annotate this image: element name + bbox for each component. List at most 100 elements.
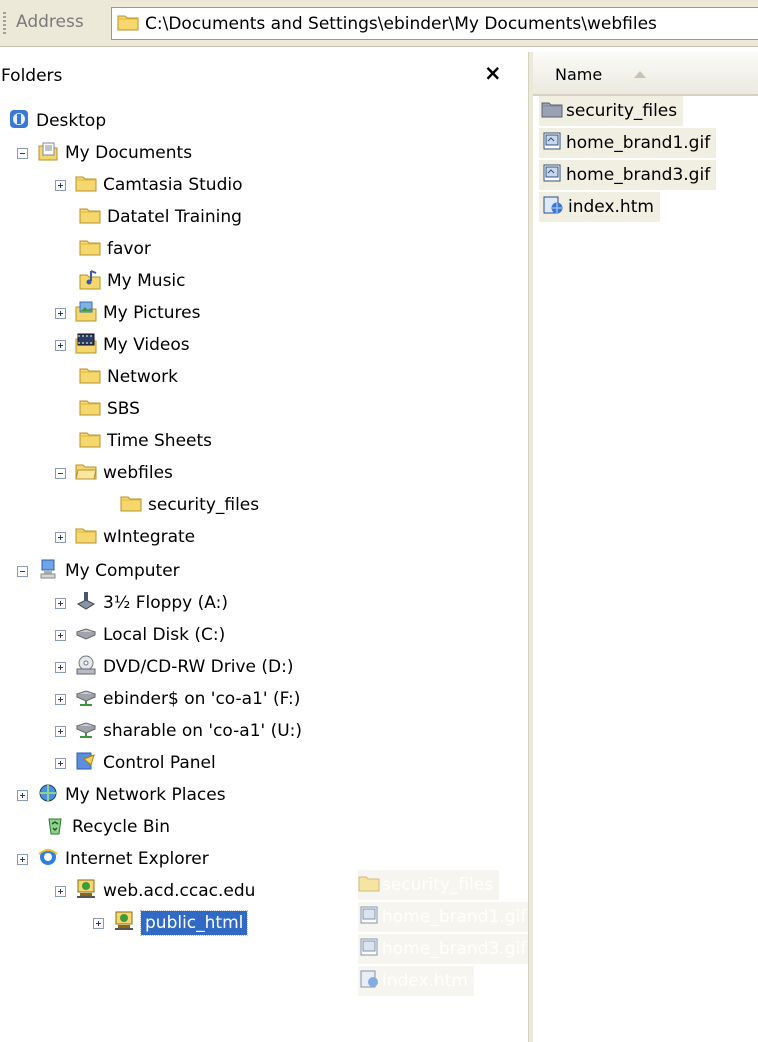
- videos-folder-icon: [75, 332, 97, 359]
- tree-item-web-acd-ccac-edu[interactable]: web.acd.ccac.edu: [55, 877, 255, 905]
- address-path[interactable]: C:\Documents and Settings\ebinder\My Doc…: [145, 14, 657, 34]
- tree-item-label[interactable]: security_files: [148, 495, 259, 515]
- tree-item-sbs[interactable]: SBS: [79, 395, 140, 423]
- expand-icon[interactable]: [55, 885, 66, 897]
- folders-pane-header: Folders ×: [0, 58, 523, 90]
- tree-item-datatel-training[interactable]: Datatel Training: [79, 203, 242, 231]
- tree-item-label[interactable]: wIntegrate: [103, 527, 195, 547]
- tree-item-label[interactable]: Network: [107, 367, 178, 387]
- file-list-pane: Name security_files home_brand1.gif home…: [533, 52, 758, 1042]
- tree-item-security-files[interactable]: security_files: [120, 491, 259, 519]
- expand-icon[interactable]: [55, 661, 66, 673]
- ghost-item: home_brand3.gif: [358, 934, 533, 964]
- tree-item-my-network-places[interactable]: My Network Places: [17, 781, 226, 809]
- expand-icon[interactable]: [93, 917, 104, 929]
- tree-item-label[interactable]: sharable on 'co-a1' (U:): [103, 721, 302, 741]
- folder-icon: [541, 99, 563, 123]
- address-field[interactable]: C:\Documents and Settings\ebinder\My Doc…: [111, 7, 758, 40]
- tree-item-camtasia-studio[interactable]: Camtasia Studio: [55, 171, 242, 199]
- tree-item-my-computer[interactable]: My Computer: [17, 557, 180, 585]
- tree-item-my-videos[interactable]: My Videos: [55, 331, 190, 359]
- tree-item-public-html[interactable]: public_html: [93, 909, 249, 937]
- cd-drive-icon: [75, 654, 97, 681]
- tree-item-label[interactable]: My Computer: [65, 561, 180, 581]
- expand-icon[interactable]: [55, 339, 66, 351]
- collapse-icon[interactable]: [17, 565, 28, 577]
- tree-item-label[interactable]: Local Disk (C:): [103, 625, 225, 645]
- tree-item-label[interactable]: Time Sheets: [107, 431, 212, 451]
- folder-icon: [75, 173, 97, 197]
- ftp-site-icon: [75, 878, 97, 905]
- tree-item-label[interactable]: favor: [107, 239, 151, 259]
- floppy-icon: [75, 590, 97, 617]
- tree-item-label[interactable]: Recycle Bin: [72, 817, 170, 837]
- tree-item-control-panel[interactable]: Control Panel: [55, 749, 216, 777]
- address-label: Address: [16, 12, 84, 32]
- collapse-icon[interactable]: [55, 467, 66, 479]
- collapse-icon[interactable]: [17, 147, 28, 159]
- name-column-label[interactable]: Name: [555, 65, 602, 84]
- close-icon[interactable]: ×: [484, 61, 502, 85]
- tree-item-label[interactable]: Internet Explorer: [65, 849, 209, 869]
- expand-icon[interactable]: [55, 629, 66, 641]
- tree-item-label[interactable]: My Music: [107, 271, 186, 291]
- toolbar-grip[interactable]: [3, 12, 6, 34]
- expand-icon[interactable]: [55, 693, 66, 705]
- tree-item-time-sheets[interactable]: Time Sheets: [79, 427, 212, 455]
- tree-item-label[interactable]: My Pictures: [103, 303, 200, 323]
- tree-item-label[interactable]: My Videos: [103, 335, 190, 355]
- tree-item-label[interactable]: Datatel Training: [107, 207, 242, 227]
- file-item-home-brand1[interactable]: home_brand1.gif: [539, 128, 717, 158]
- expand-icon[interactable]: [17, 789, 28, 801]
- tree-item-wintegrate[interactable]: wIntegrate: [55, 523, 195, 551]
- tree-item-label[interactable]: web.acd.ccac.edu: [103, 881, 255, 901]
- expand-icon[interactable]: [55, 597, 66, 609]
- file-item-label[interactable]: security_files: [566, 101, 677, 121]
- folder-icon: [117, 12, 139, 36]
- tree-item-label[interactable]: webfiles: [103, 463, 173, 483]
- ghost-item-label: home_brand1.gif: [382, 907, 527, 927]
- tree-item-label[interactable]: 3½ Floppy (A:): [103, 593, 228, 613]
- tree-item-network[interactable]: Network: [79, 363, 178, 391]
- expand-icon[interactable]: [55, 531, 66, 543]
- tree-item-my-pictures[interactable]: My Pictures: [55, 299, 200, 327]
- tree-item-label[interactable]: SBS: [107, 399, 140, 419]
- tree-item-label[interactable]: My Network Places: [65, 785, 226, 805]
- file-item-label[interactable]: home_brand3.gif: [566, 165, 710, 185]
- file-item-label[interactable]: home_brand1.gif: [566, 133, 710, 153]
- tree-item-dvd-drive[interactable]: DVD/CD-RW Drive (D:): [55, 653, 293, 681]
- tree-item-local-disk[interactable]: Local Disk (C:): [55, 621, 225, 649]
- tree-item-label[interactable]: Desktop: [36, 111, 106, 131]
- tree-item-label[interactable]: Control Panel: [103, 753, 216, 773]
- tree-item-sharable-drive[interactable]: sharable on 'co-a1' (U:): [55, 717, 302, 745]
- tree-item-label-selected[interactable]: public_html: [139, 910, 249, 936]
- tree-item-label[interactable]: My Documents: [65, 143, 192, 163]
- expand-icon[interactable]: [55, 179, 66, 191]
- tree-item-desktop[interactable]: Desktop: [8, 107, 106, 135]
- tree-item-internet-explorer[interactable]: Internet Explorer: [17, 845, 209, 873]
- expand-icon[interactable]: [55, 725, 66, 737]
- expand-icon[interactable]: [17, 853, 28, 865]
- file-item-label[interactable]: index.htm: [568, 197, 654, 217]
- tree-item-my-documents[interactable]: My Documents: [17, 139, 192, 167]
- tree-item-label[interactable]: Camtasia Studio: [103, 175, 242, 195]
- expand-icon[interactable]: [55, 307, 66, 319]
- network-drive-icon: [75, 686, 97, 713]
- tree-item-my-music[interactable]: My Music: [79, 267, 186, 295]
- sort-ascending-icon: [634, 71, 646, 78]
- tree-item-favor[interactable]: favor: [79, 235, 151, 263]
- file-item-home-brand3[interactable]: home_brand3.gif: [539, 160, 717, 190]
- tree-item-floppy[interactable]: 3½ Floppy (A:): [55, 589, 228, 617]
- music-folder-icon: [79, 268, 101, 295]
- tree-item-ebinder-drive[interactable]: ebinder$ on 'co-a1' (F:): [55, 685, 300, 713]
- folder-icon: [79, 365, 101, 389]
- folder-icon: [358, 873, 380, 897]
- tree-item-label[interactable]: DVD/CD-RW Drive (D:): [103, 657, 293, 677]
- tree-item-label[interactable]: ebinder$ on 'co-a1' (F:): [103, 689, 300, 709]
- name-column-header[interactable]: Name: [533, 52, 758, 96]
- file-item-security-files[interactable]: security_files: [539, 96, 684, 126]
- expand-icon[interactable]: [55, 757, 66, 769]
- tree-item-recycle-bin[interactable]: Recycle Bin: [44, 813, 170, 841]
- tree-item-webfiles[interactable]: webfiles: [55, 459, 173, 487]
- file-item-index-htm[interactable]: index.htm: [539, 192, 660, 222]
